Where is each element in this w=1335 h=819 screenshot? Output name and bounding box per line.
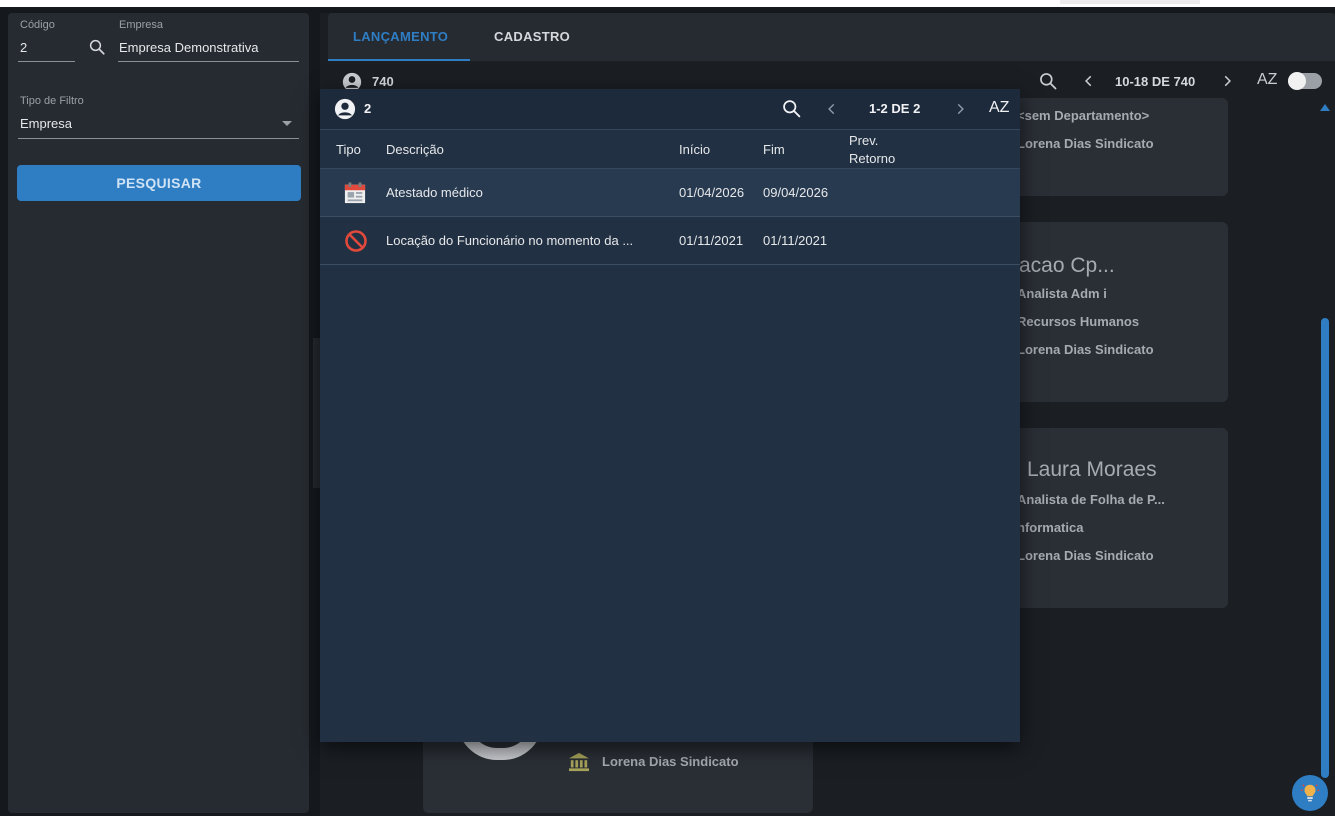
sort-az-icon[interactable]: AZ xyxy=(989,99,1009,117)
row-fim: 09/04/2026 xyxy=(763,185,829,200)
col-descricao[interactable]: Descrição xyxy=(386,142,444,157)
row-inicio: 01/11/2021 xyxy=(679,233,744,248)
dialog-count: 2 xyxy=(364,101,372,116)
codigo-underline xyxy=(18,61,75,62)
block-icon xyxy=(345,230,367,252)
calendar-icon xyxy=(344,182,366,204)
lightbulb-icon xyxy=(1300,784,1320,802)
table-row[interactable]: Atestado médico 01/04/2026 09/04/2026 xyxy=(320,169,1020,217)
top-strip xyxy=(0,0,1335,7)
col-inicio[interactable]: Início xyxy=(679,142,710,157)
dialog-header: 2 1-2 DE 2 AZ xyxy=(320,89,1020,129)
afastamentos-dialog: 2 1-2 DE 2 AZ Tipo Descrição Início Fim … xyxy=(320,89,1020,742)
scroll-up-arrow-icon[interactable] xyxy=(1320,104,1330,111)
search-icon[interactable] xyxy=(88,38,106,56)
view-toggle[interactable] xyxy=(1288,72,1322,90)
tab-lancamento[interactable]: LANÇAMENTO xyxy=(353,29,448,44)
tipo-filtro-select[interactable]: Empresa xyxy=(20,116,72,131)
active-tab-indicator xyxy=(328,59,470,61)
chevron-down-icon[interactable] xyxy=(282,121,292,126)
codigo-input[interactable]: 2 xyxy=(20,40,27,55)
chevron-right-icon[interactable] xyxy=(953,102,967,116)
card-line: nformatica xyxy=(1017,520,1084,535)
toggle-knob xyxy=(1288,72,1306,90)
search-icon[interactable] xyxy=(781,98,802,119)
bank-icon xyxy=(569,752,589,772)
pesquisar-button[interactable]: PESQUISAR xyxy=(17,165,301,201)
codigo-label: Código xyxy=(20,19,55,31)
top-strip-tab xyxy=(1060,0,1200,4)
col-prev-retorno-line2[interactable]: Retorno xyxy=(849,151,895,166)
card-name: Laura Moraes xyxy=(1027,458,1157,481)
tipo-filtro-label: Tipo de Filtro xyxy=(20,95,84,107)
help-fab[interactable] xyxy=(1292,775,1328,811)
tipo-filtro-underline xyxy=(18,138,299,139)
list-count: 740 xyxy=(372,74,394,89)
table-header: Tipo Descrição Início Fim Prev. Retorno xyxy=(320,129,1020,169)
card-name: racao Cp... xyxy=(1012,254,1115,277)
chevron-right-icon[interactable] xyxy=(1220,74,1234,88)
card-line: Lorena Dias Sindicato xyxy=(1017,136,1154,151)
card-line: Recursos Humanos xyxy=(1017,314,1140,329)
col-tipo[interactable]: Tipo xyxy=(336,142,361,157)
chevron-left-icon[interactable] xyxy=(1082,74,1096,88)
sort-az-icon[interactable]: AZ xyxy=(1257,71,1277,89)
account-circle-icon xyxy=(334,98,356,120)
row-descricao: Locação do Funcionário no momento da ... xyxy=(386,233,634,248)
dialog-pagination: 1-2 DE 2 xyxy=(869,101,921,116)
empresa-underline xyxy=(118,61,299,62)
table-row[interactable]: Locação do Funcionário no momento da ...… xyxy=(320,217,1020,265)
card-line: <sem Departamento> xyxy=(1017,108,1150,123)
row-fim: 01/11/2021 xyxy=(763,233,828,248)
card-line: Lorena Dias Sindicato xyxy=(1017,342,1154,357)
row-inicio: 01/04/2026 xyxy=(679,185,745,200)
tabs-bar: LANÇAMENTO CADASTRO xyxy=(328,13,1335,61)
card-line: Lorena Dias Sindicato xyxy=(1017,548,1154,563)
chevron-left-icon[interactable] xyxy=(825,102,839,116)
empresa-label: Empresa xyxy=(119,19,164,31)
list-pagination: 10-18 DE 740 xyxy=(1115,74,1196,89)
card-line: Analista Adm i xyxy=(1017,286,1107,301)
tab-cadastro[interactable]: CADASTRO xyxy=(494,29,570,44)
card-line: Lorena Dias Sindicato xyxy=(602,754,739,769)
card-line: Analista de Folha de P... xyxy=(1017,492,1165,507)
col-fim[interactable]: Fim xyxy=(763,142,785,157)
row-descricao: Atestado médico xyxy=(386,185,483,200)
filter-panel: Código 2 Empresa Empresa Demonstrativa T… xyxy=(8,13,309,813)
employee-card[interactable]: Lorena Dias Sindicato xyxy=(423,720,813,813)
scrollbar-thumb[interactable] xyxy=(1321,318,1329,778)
search-icon[interactable] xyxy=(1038,71,1058,91)
col-prev-retorno-line1[interactable]: Prev. xyxy=(849,133,878,148)
empresa-input[interactable]: Empresa Demonstrativa xyxy=(119,40,258,55)
